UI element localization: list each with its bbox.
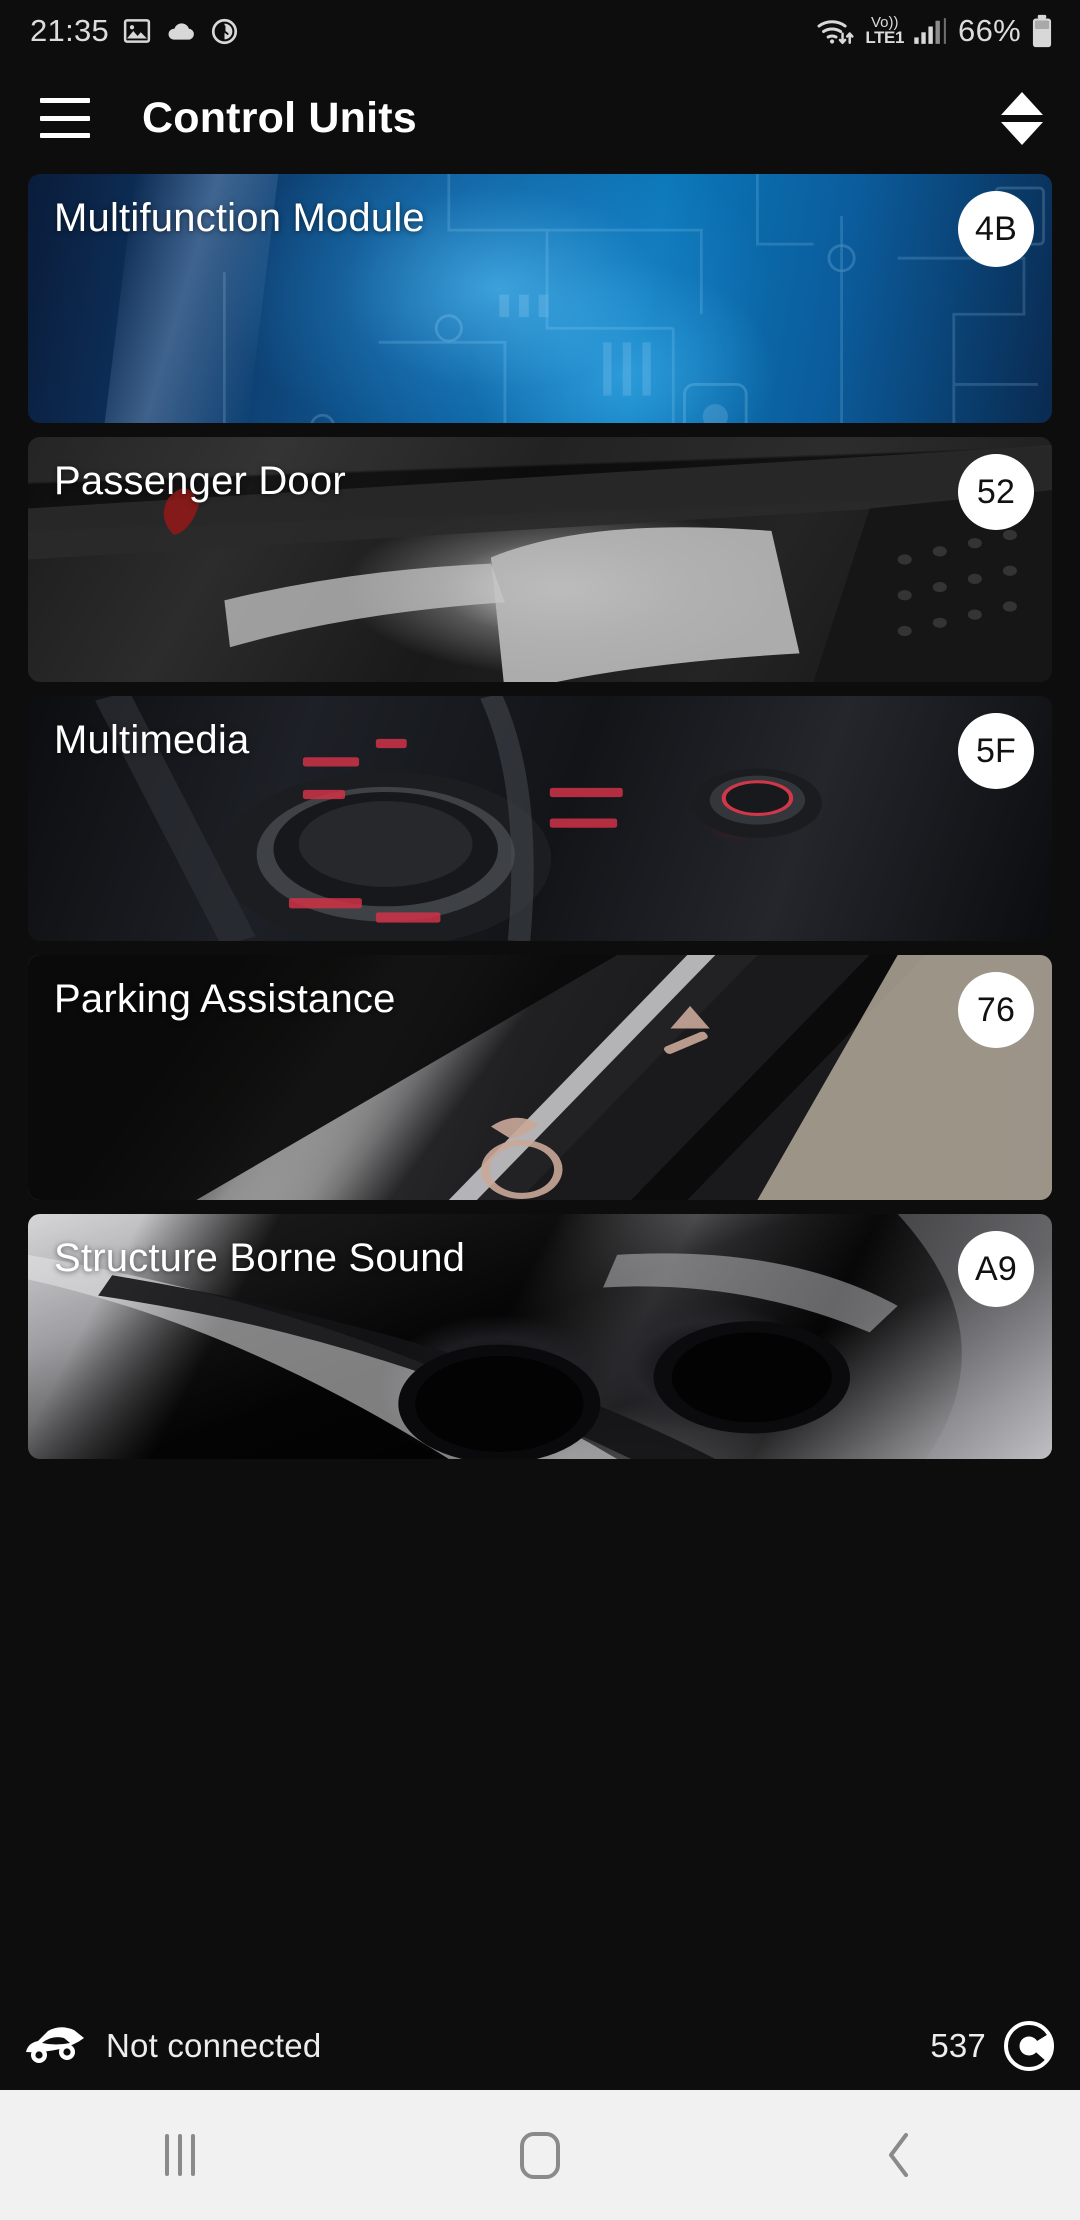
page-title: Control Units xyxy=(142,93,417,142)
sort-up-triangle xyxy=(1001,91,1043,115)
connection-status-right: 537 xyxy=(930,2019,1056,2073)
volte-indicator: Vo)) LTE1 xyxy=(865,15,905,48)
battery-icon xyxy=(1030,14,1054,48)
home-icon[interactable] xyxy=(450,2105,630,2205)
app-bar: Control Units xyxy=(0,62,1080,174)
control-unit-address-badge: A9 xyxy=(958,1231,1034,1307)
connection-status-left: Not connected xyxy=(22,2022,321,2071)
volte-bottom-label: LTE1 xyxy=(865,28,905,48)
control-unit-card[interactable]: Multimedia 5F xyxy=(28,696,1052,941)
control-units-list[interactable]: Multifunction Module 4B Passenger Door 5… xyxy=(0,174,1080,2002)
cloud-icon xyxy=(165,16,197,46)
status-bar-right: Vo)) LTE1 66% xyxy=(816,13,1054,49)
wifi-data-icon xyxy=(816,14,856,48)
control-unit-address-badge: 76 xyxy=(958,972,1034,1048)
sort-down-triangle xyxy=(1001,121,1043,145)
system-status-bar: 21:35 Vo)) LTE1 66% xyxy=(0,0,1080,62)
battery-percentage: 66% xyxy=(958,13,1021,48)
connection-status-bar[interactable]: Not connected 537 xyxy=(0,2002,1080,2090)
control-unit-name: Passenger Door xyxy=(54,459,346,503)
status-bar-clock: 21:35 xyxy=(30,13,110,48)
unit-count: 537 xyxy=(930,2027,986,2064)
recents-icon[interactable] xyxy=(90,2105,270,2205)
control-unit-name: Parking Assistance xyxy=(54,977,396,1021)
control-unit-address-badge: 5F xyxy=(958,713,1034,789)
control-unit-address-badge: 52 xyxy=(958,454,1034,530)
status-bar-left: 21:35 xyxy=(30,13,239,49)
image-icon xyxy=(122,16,152,46)
control-unit-address-badge: 4B xyxy=(958,191,1034,267)
back-icon[interactable] xyxy=(810,2105,990,2205)
hamburger-menu-icon[interactable] xyxy=(40,98,90,138)
control-unit-name: Structure Borne Sound xyxy=(54,1236,466,1280)
control-unit-name: Multifunction Module xyxy=(54,196,425,240)
sort-updown-icon[interactable] xyxy=(994,86,1050,150)
phone-screen: 21:35 Vo)) LTE1 66% Control Units Multif… xyxy=(0,0,1080,2220)
control-unit-name: Multimedia xyxy=(54,718,250,762)
control-unit-card[interactable]: Multifunction Module 4B xyxy=(28,174,1052,423)
connection-status-text: Not connected xyxy=(106,2027,322,2064)
control-unit-card[interactable]: Passenger Door 52 xyxy=(28,437,1052,682)
control-unit-card[interactable]: Structure Borne Sound A9 xyxy=(28,1214,1052,1459)
clock-alarm-icon xyxy=(210,17,239,46)
control-unit-card[interactable]: Parking Assistance 76 xyxy=(28,955,1052,1200)
cellular-signal-icon xyxy=(913,15,949,47)
android-navigation-bar xyxy=(0,2090,1080,2220)
carista-logo-icon[interactable] xyxy=(1002,2019,1056,2073)
car-icon xyxy=(22,2022,88,2071)
